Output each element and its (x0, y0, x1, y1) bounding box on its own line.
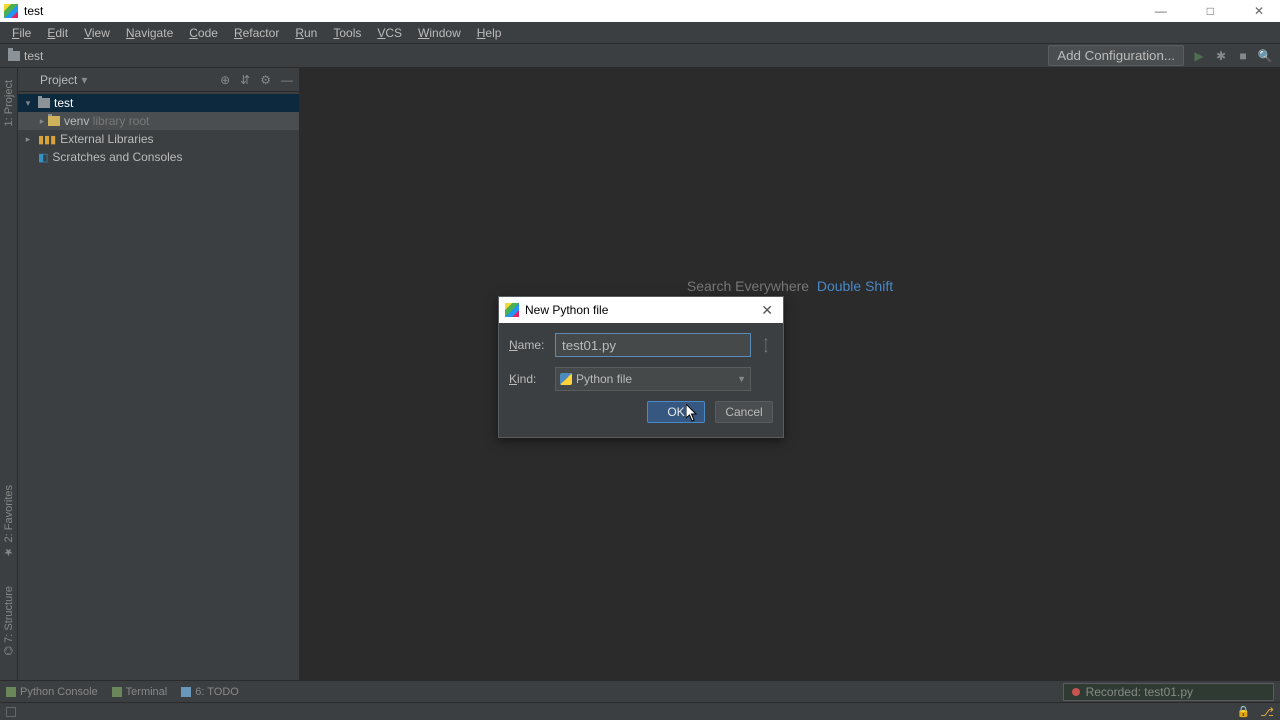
name-label: Name: (509, 338, 547, 352)
app-icon (4, 4, 18, 18)
terminal-icon (112, 687, 122, 697)
new-python-file-dialog: New Python file ✕ Name: ↑↓ Kind: Python … (498, 296, 784, 438)
menu-navigate[interactable]: Navigate (118, 24, 181, 42)
run-icon[interactable]: ▶ (1192, 49, 1206, 63)
scratch-icon: ◧ (38, 151, 48, 164)
left-tab-strip: 1: Project ★ 2: Favorites ⌬ 7: Structure (0, 68, 18, 704)
window-close[interactable]: ✕ (1242, 4, 1276, 18)
tool-window-icon[interactable] (6, 707, 16, 717)
debug-icon[interactable]: ✱ (1214, 49, 1228, 63)
cancel-button[interactable]: Cancel (715, 401, 773, 423)
recorded-badge[interactable]: Recorded: test01.py (1063, 683, 1274, 701)
target-icon[interactable]: ⊕ (220, 73, 230, 87)
navbar: test Add Configuration... ▶ ✱ ■ 🔍 (0, 44, 1280, 68)
dropdown-icon[interactable]: ▾ (81, 73, 87, 87)
tab-favorites[interactable]: ★ 2: Favorites (2, 481, 15, 563)
breadcrumb[interactable]: test (24, 49, 43, 63)
gear-icon[interactable]: ⚙ (260, 73, 271, 87)
folder-icon (38, 98, 50, 108)
sort-icon[interactable]: ↑↓ (759, 338, 773, 352)
menu-vcs[interactable]: VCS (369, 24, 410, 42)
hide-icon[interactable]: — (281, 73, 293, 87)
menu-tools[interactable]: Tools (325, 24, 369, 42)
search-icon[interactable]: 🔍 (1258, 49, 1272, 63)
library-icon: ▮▮▮ (38, 133, 56, 146)
tree-venv[interactable]: ▸ venv library root (18, 112, 299, 130)
chevron-down-icon: ▼ (737, 374, 746, 384)
menu-view[interactable]: View (76, 24, 118, 42)
project-panel: Project ▾ ⊕ ⇵ ⚙ — ▾ test ▸ venv (18, 68, 300, 704)
tab-todo[interactable]: 6: TODO (181, 686, 239, 698)
tree-external-libraries[interactable]: ▸ ▮▮▮ External Libraries (18, 130, 299, 148)
lock-icon[interactable]: 🔒 (1236, 705, 1250, 719)
tab-python-console[interactable]: Python Console (6, 686, 98, 698)
project-tree: ▾ test ▸ venv library root ▸ ▮▮▮ Externa… (18, 92, 299, 704)
window-title: test (24, 4, 43, 18)
folder-icon (8, 51, 20, 61)
name-input[interactable] (555, 333, 751, 357)
menu-refactor[interactable]: Refactor (226, 24, 287, 42)
dialog-close-icon[interactable]: ✕ (757, 302, 777, 319)
project-panel-title: Project (40, 73, 77, 87)
editor-hints: Search Everywhere Double Shift (687, 278, 893, 294)
add-configuration-button[interactable]: Add Configuration... (1048, 45, 1184, 66)
bottom-tabs: Python Console Terminal 6: TODO Recorded… (0, 680, 1280, 702)
tab-project[interactable]: 1: Project (3, 76, 15, 130)
tree-root[interactable]: ▾ test (18, 94, 299, 112)
python-icon (560, 373, 572, 385)
menu-window[interactable]: Window (410, 24, 469, 42)
panel-folder-icon (24, 75, 36, 85)
record-icon (1072, 688, 1080, 696)
window-minimize[interactable]: — (1143, 4, 1179, 18)
collapse-icon[interactable]: ⇵ (240, 73, 250, 87)
stop-icon[interactable]: ■ (1236, 49, 1250, 63)
todo-icon (181, 687, 191, 697)
ok-button[interactable]: OK (647, 401, 705, 423)
statusbar: 🔒 ⎇ (0, 702, 1280, 720)
window-maximize[interactable]: □ (1195, 4, 1226, 18)
menu-help[interactable]: Help (469, 24, 510, 42)
menu-code[interactable]: Code (181, 24, 226, 42)
tree-scratches[interactable]: ◧ Scratches and Consoles (18, 148, 299, 166)
menu-run[interactable]: Run (287, 24, 325, 42)
dialog-title: New Python file (525, 303, 608, 317)
editor-area: Search Everywhere Double Shift (300, 68, 1280, 704)
git-icon[interactable]: ⎇ (1260, 705, 1274, 719)
tab-terminal[interactable]: Terminal (112, 686, 168, 698)
console-icon (6, 687, 16, 697)
kind-label: Kind: (509, 372, 547, 386)
library-root-hint: library root (93, 114, 150, 128)
app-icon (505, 303, 519, 317)
kind-select[interactable]: Python file ▼ (555, 367, 751, 391)
menubar: File Edit View Navigate Code Refactor Ru… (0, 22, 1280, 44)
menu-file[interactable]: File (4, 24, 39, 42)
menu-edit[interactable]: Edit (39, 24, 76, 42)
window-titlebar: test — □ ✕ (0, 0, 1280, 22)
tab-structure[interactable]: ⌬ 7: Structure (2, 582, 15, 660)
folder-icon (48, 116, 60, 126)
